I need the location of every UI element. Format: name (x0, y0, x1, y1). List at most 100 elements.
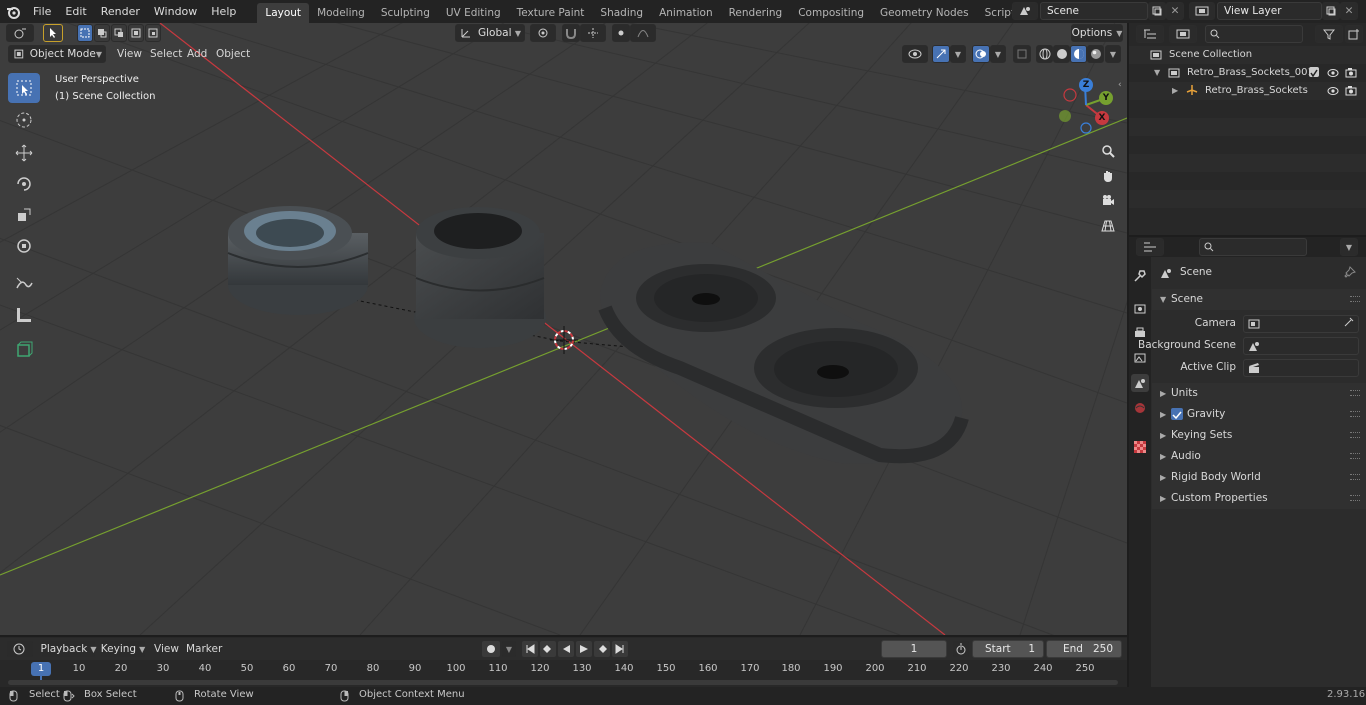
gizmo-y-axis[interactable]: Y (1099, 91, 1113, 105)
view-layer-selector-button[interactable] (1189, 2, 1215, 20)
menu-render[interactable]: Render (94, 0, 147, 23)
drag-handle-icon[interactable] (1350, 474, 1360, 480)
move-tool[interactable] (8, 138, 40, 168)
active-clip-field[interactable] (1243, 359, 1359, 377)
tab-sculpting[interactable]: Sculpting (373, 3, 438, 23)
properties-editor-type-button[interactable] (1136, 238, 1164, 256)
wireframe-shading-button[interactable] (1036, 45, 1053, 63)
prev-keyframe-button[interactable] (539, 640, 557, 658)
rendered-shading-button[interactable] (1087, 45, 1104, 63)
mode-intersect-icon[interactable] (145, 24, 161, 42)
scene-panel-header[interactable]: ▼ Scene (1152, 289, 1366, 310)
background-scene-field[interactable] (1243, 337, 1359, 355)
playback-dropdown[interactable]: Playback ▼ (41, 640, 97, 658)
play-button[interactable] (575, 640, 593, 658)
pivot-point-button[interactable] (530, 24, 556, 42)
timeline-marker-menu[interactable]: Marker (186, 640, 222, 658)
properties-search-input[interactable] (1199, 238, 1307, 256)
timeline-editor-type-button[interactable] (6, 640, 34, 658)
tool-settings-tab[interactable] (1131, 267, 1149, 285)
camera-field[interactable] (1243, 315, 1359, 333)
transform-tool[interactable] (8, 231, 40, 261)
world-tab[interactable] (1131, 399, 1149, 417)
camera-view-button[interactable] (1097, 190, 1119, 212)
shading-options-button[interactable]: ▼ (1105, 45, 1121, 63)
gizmo-x-axis[interactable]: X (1095, 111, 1109, 125)
tab-animation[interactable]: Animation (651, 3, 721, 23)
object-mode-dropdown[interactable]: Object Mode ▼ (8, 45, 106, 63)
drag-handle-icon[interactable] (1350, 296, 1360, 302)
mode-extend-icon[interactable] (94, 24, 110, 42)
zoom-button[interactable] (1097, 140, 1119, 162)
socket-object-1[interactable] (227, 206, 369, 315)
expand-arrow-icon[interactable]: ▶ (1172, 82, 1178, 100)
timeline-view-menu[interactable]: View (154, 640, 179, 658)
view-layer-name-field[interactable]: View Layer (1217, 2, 1322, 20)
outliner-editor-type-button[interactable] (1136, 25, 1164, 43)
texture-tab[interactable] (1131, 438, 1149, 456)
tab-texture-paint[interactable]: Texture Paint (509, 3, 593, 23)
tab-layout[interactable]: Layout (257, 2, 310, 23)
auto-keying-button[interactable] (481, 640, 501, 658)
exclude-checkbox[interactable] (1309, 67, 1319, 78)
outliner-search-input[interactable] (1205, 25, 1303, 43)
outliner-row-object[interactable]: ▶ Retro_Brass_Sockets (1130, 82, 1366, 100)
drag-handle-icon[interactable] (1350, 411, 1360, 417)
mode-set-icon[interactable] (77, 24, 93, 42)
jump-start-button[interactable] (521, 640, 539, 658)
properties-options-button[interactable]: ▼ (1340, 238, 1358, 256)
select-tool-header-button[interactable] (43, 24, 63, 42)
display-mode-button[interactable] (1169, 25, 1197, 43)
socket-object-2[interactable] (414, 207, 546, 348)
scene-tab[interactable] (1131, 374, 1149, 392)
scale-tool[interactable] (8, 200, 40, 230)
falloff-button[interactable] (630, 24, 656, 42)
editor-type-button[interactable] (6, 24, 34, 42)
xray-toggle-button[interactable] (1013, 45, 1031, 63)
gravity-checkbox[interactable] (1171, 408, 1183, 420)
next-keyframe-button[interactable] (593, 640, 611, 658)
menu-help[interactable]: Help (204, 0, 243, 23)
custom-properties-panel-header[interactable]: ▶ Custom Properties (1152, 488, 1366, 509)
gizmo-options-button[interactable]: ▼ (950, 45, 966, 63)
preview-range-button[interactable] (952, 640, 970, 658)
outliner-row-collection[interactable]: ▼ Retro_Brass_Sockets_001 (1130, 64, 1366, 82)
keying-sets-panel-header[interactable]: ▶ Keying Sets (1152, 425, 1366, 446)
blender-logo-icon[interactable] (0, 0, 26, 23)
gizmo-z-axis[interactable]: Z (1079, 78, 1093, 92)
perspective-toggle-button[interactable] (1097, 215, 1119, 237)
gravity-panel-header[interactable]: ▶ Gravity (1152, 404, 1366, 425)
menu-add[interactable]: Add (187, 45, 207, 63)
keying-options-button[interactable]: ▼ (501, 640, 517, 658)
tab-geometry-nodes[interactable]: Geometry Nodes (872, 3, 977, 23)
overlay-toggle-button[interactable] (972, 45, 990, 63)
new-collection-button[interactable] (1345, 25, 1363, 43)
options-dropdown[interactable]: Options ▼ (1071, 24, 1123, 42)
menu-select[interactable]: Select (150, 45, 182, 63)
add-cube-tool[interactable] (8, 334, 40, 364)
snap-target-button[interactable] (580, 24, 606, 42)
annotate-tool[interactable] (8, 268, 40, 298)
menu-view[interactable]: View (117, 45, 142, 63)
render-tab[interactable] (1131, 299, 1149, 317)
3d-viewport[interactable] (0, 23, 1127, 635)
tab-modeling[interactable]: Modeling (309, 3, 373, 23)
select-box-tool[interactable] (8, 73, 40, 103)
jump-end-button[interactable] (611, 640, 629, 658)
pan-button[interactable] (1097, 165, 1119, 187)
material-preview-button[interactable] (1070, 45, 1087, 63)
cursor-tool[interactable] (8, 105, 40, 135)
mode-subtract-icon[interactable] (111, 24, 127, 42)
expand-arrow-icon[interactable]: ▼ (1154, 64, 1160, 82)
end-frame-field[interactable]: End 250 (1046, 640, 1122, 658)
remove-view-layer-button[interactable]: ✕ (1340, 2, 1358, 20)
tab-rendering[interactable]: Rendering (721, 3, 791, 23)
current-frame-field[interactable]: 1 (881, 640, 947, 658)
menu-file[interactable]: File (26, 0, 58, 23)
keying-dropdown[interactable]: Keying ▼ (100, 640, 146, 658)
overlay-options-button[interactable]: ▼ (990, 45, 1006, 63)
proportional-edit-button[interactable] (612, 24, 630, 42)
measure-tool[interactable] (8, 300, 40, 330)
eyedropper-icon[interactable] (1344, 314, 1354, 335)
outliner-row-scene-collection[interactable]: Scene Collection (1130, 46, 1366, 64)
